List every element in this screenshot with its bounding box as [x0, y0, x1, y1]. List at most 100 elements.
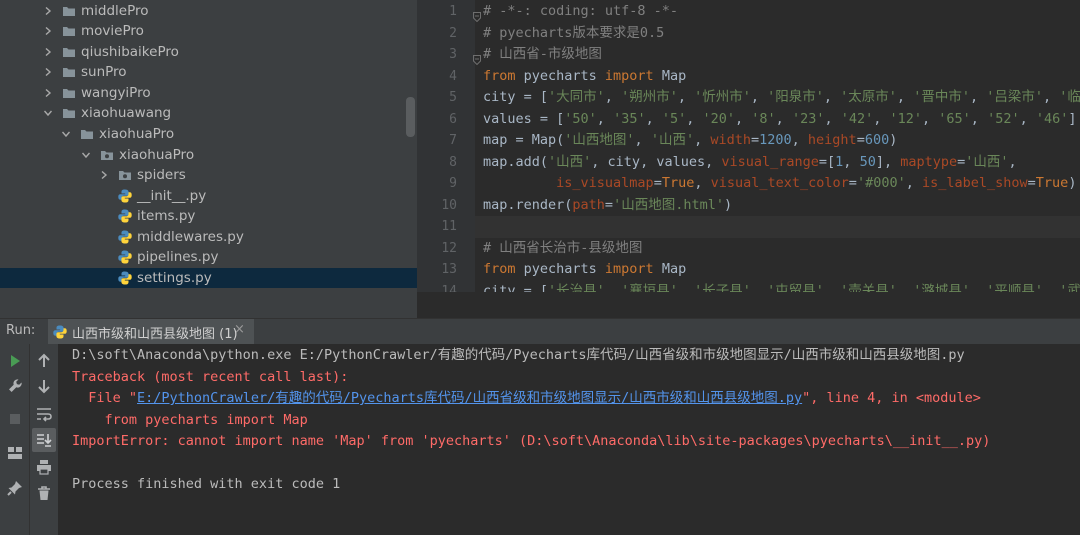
line-number: 13: [441, 262, 457, 277]
tree-item-label: middlePro: [81, 3, 149, 19]
line-number: 6: [449, 111, 457, 127]
run-console[interactable]: D:\soft\Anaconda\python.exe E:/PythonCra…: [58, 344, 1080, 535]
code-line: # pyecharts版本要求是0.5: [483, 23, 664, 45]
tree-item[interactable]: qiushibaikePro: [0, 42, 417, 62]
tree-item[interactable]: settings.py: [0, 268, 417, 288]
code-token: =[: [818, 153, 836, 170]
chevron-down-icon[interactable]: [82, 151, 90, 159]
arrow-up-icon[interactable]: [35, 352, 53, 370]
scroll-to-end-toggle[interactable]: [32, 428, 56, 452]
code-token: '吕梁市': [986, 89, 1043, 105]
code-token: is_label_show: [921, 175, 1028, 191]
tree-item[interactable]: moviePro: [0, 21, 417, 41]
code-token: '52': [987, 110, 1020, 127]
soft-wrap-icon[interactable]: [35, 405, 53, 423]
code-line: values = ['50', '35', '5', '20', '8', '2…: [483, 109, 1077, 131]
folder-icon: [62, 86, 76, 100]
code-token: maptype: [900, 153, 958, 170]
line-number: 14: [441, 283, 457, 293]
pin-icon[interactable]: [6, 479, 24, 497]
code-token: city = [: [483, 282, 549, 293]
code-line: # 山西省-市级地图: [483, 44, 602, 66]
code-token: , city, values,: [591, 153, 722, 170]
chevron-right-icon[interactable]: [44, 68, 52, 76]
tree-item[interactable]: pipelines.py: [0, 247, 417, 267]
tree-item-label: items.py: [137, 208, 196, 224]
stop-icon[interactable]: [6, 410, 24, 428]
tree-item[interactable]: __init__.py: [0, 186, 417, 206]
rerun-icon[interactable]: [6, 352, 24, 370]
code-token: '8': [751, 110, 776, 127]
code-token: '屯留县': [767, 282, 824, 293]
tree-item-label: sunPro: [81, 64, 127, 80]
tree-item[interactable]: xiaohuaPro: [0, 124, 417, 144]
tree-item[interactable]: xiaohuaPro: [0, 145, 417, 165]
tree-bottom-area: [0, 292, 417, 318]
line-number: 11: [441, 219, 457, 234]
run-toolbar-secondary: [29, 344, 59, 535]
line-number: 9: [449, 176, 457, 191]
code-token: ,: [922, 110, 939, 127]
code-token: ,: [823, 282, 841, 293]
code-token: '山西': [548, 153, 592, 170]
code-token: =: [856, 132, 865, 148]
tree-item[interactable]: items.py: [0, 206, 417, 226]
code-token: ,: [677, 282, 695, 293]
chevron-right-icon[interactable]: [44, 48, 52, 56]
chevron-down-icon[interactable]: [62, 130, 70, 138]
code-token: # 山西省长治市-县级地图: [483, 239, 643, 256]
line-number: 8: [449, 154, 457, 170]
code-token: ): [889, 132, 898, 148]
fold-marker-icon[interactable]: [473, 7, 481, 23]
tree-item[interactable]: wangyiPro: [0, 83, 417, 103]
code-token: pyecharts: [515, 67, 605, 84]
chevron-down-icon[interactable]: [44, 109, 52, 117]
trash-icon[interactable]: [35, 484, 53, 502]
chevron-right-icon[interactable]: [100, 171, 108, 179]
code-token: ,: [677, 89, 695, 105]
code-token: '山西': [965, 153, 1009, 170]
fold-marker-icon[interactable]: [473, 50, 481, 66]
run-tab[interactable]: 山西市级和山西县级地图 (1) ×: [48, 319, 254, 345]
tree-item[interactable]: middlewares.py: [0, 227, 417, 247]
code-line: map = Map('山西地图', '山西', width=1200, heig…: [483, 130, 897, 152]
tree-item[interactable]: middlePro: [0, 1, 417, 21]
wrench-icon[interactable]: [6, 377, 24, 395]
code-token: map.add(: [483, 153, 549, 170]
code-token: pyecharts: [515, 261, 605, 277]
file-link[interactable]: E:/PythonCrawler/有趣的代码/Pyecharts库代码/山西省级…: [137, 390, 802, 406]
code-token: ]: [1068, 110, 1077, 127]
run-tool-window-header: Run: 山西市级和山西县级地图 (1) ×: [0, 318, 1080, 345]
chevron-right-icon[interactable]: [44, 7, 52, 15]
tree-item[interactable]: spiders: [0, 165, 417, 185]
close-icon[interactable]: ×: [234, 322, 245, 337]
code-token: Map: [653, 67, 687, 84]
tree-scrollbar[interactable]: [406, 97, 415, 137]
code-token: 600: [864, 132, 890, 148]
code-token: =: [653, 175, 662, 191]
code-editor[interactable]: 1 2 3 4 5 6 7 8 9 10 11 12 13 14 # -*-: coding: utf-8…: [417, 0, 1080, 292]
python-file-icon: [118, 189, 132, 203]
tree-item[interactable]: xiaohuawang: [0, 103, 417, 123]
code-token: ,: [750, 89, 768, 105]
current-line-highlight: [475, 216, 1080, 238]
code-token: =: [848, 175, 857, 191]
code-token: values = [: [483, 110, 565, 127]
tree-item[interactable]: sunPro: [0, 62, 417, 82]
chevron-right-icon[interactable]: [44, 27, 52, 35]
arrow-down-icon[interactable]: [35, 377, 53, 395]
print-icon[interactable]: [35, 458, 53, 476]
layout-icon[interactable]: [6, 444, 24, 462]
code-line: city = ['大同市', '朔州市', '忻州市', '阳泉市', '太原市…: [483, 87, 1080, 109]
tree-item-label: qiushibaikePro: [81, 44, 179, 60]
line-gutter: 1 2 3 4 5 6 7 8 9 10 11 12 13 14: [417, 0, 475, 292]
chevron-right-icon[interactable]: [44, 89, 52, 97]
code-token: '65': [938, 110, 971, 127]
code-token: '12': [889, 110, 923, 127]
code-token: import: [604, 261, 654, 277]
code-token: '42': [840, 110, 874, 127]
code-token: ): [1068, 175, 1077, 191]
code-token: ): [723, 196, 733, 213]
console-file-line: File "E:/PythonCrawler/有趣的代码/Pyecharts库代…: [72, 388, 981, 410]
code-token: True: [661, 175, 695, 191]
